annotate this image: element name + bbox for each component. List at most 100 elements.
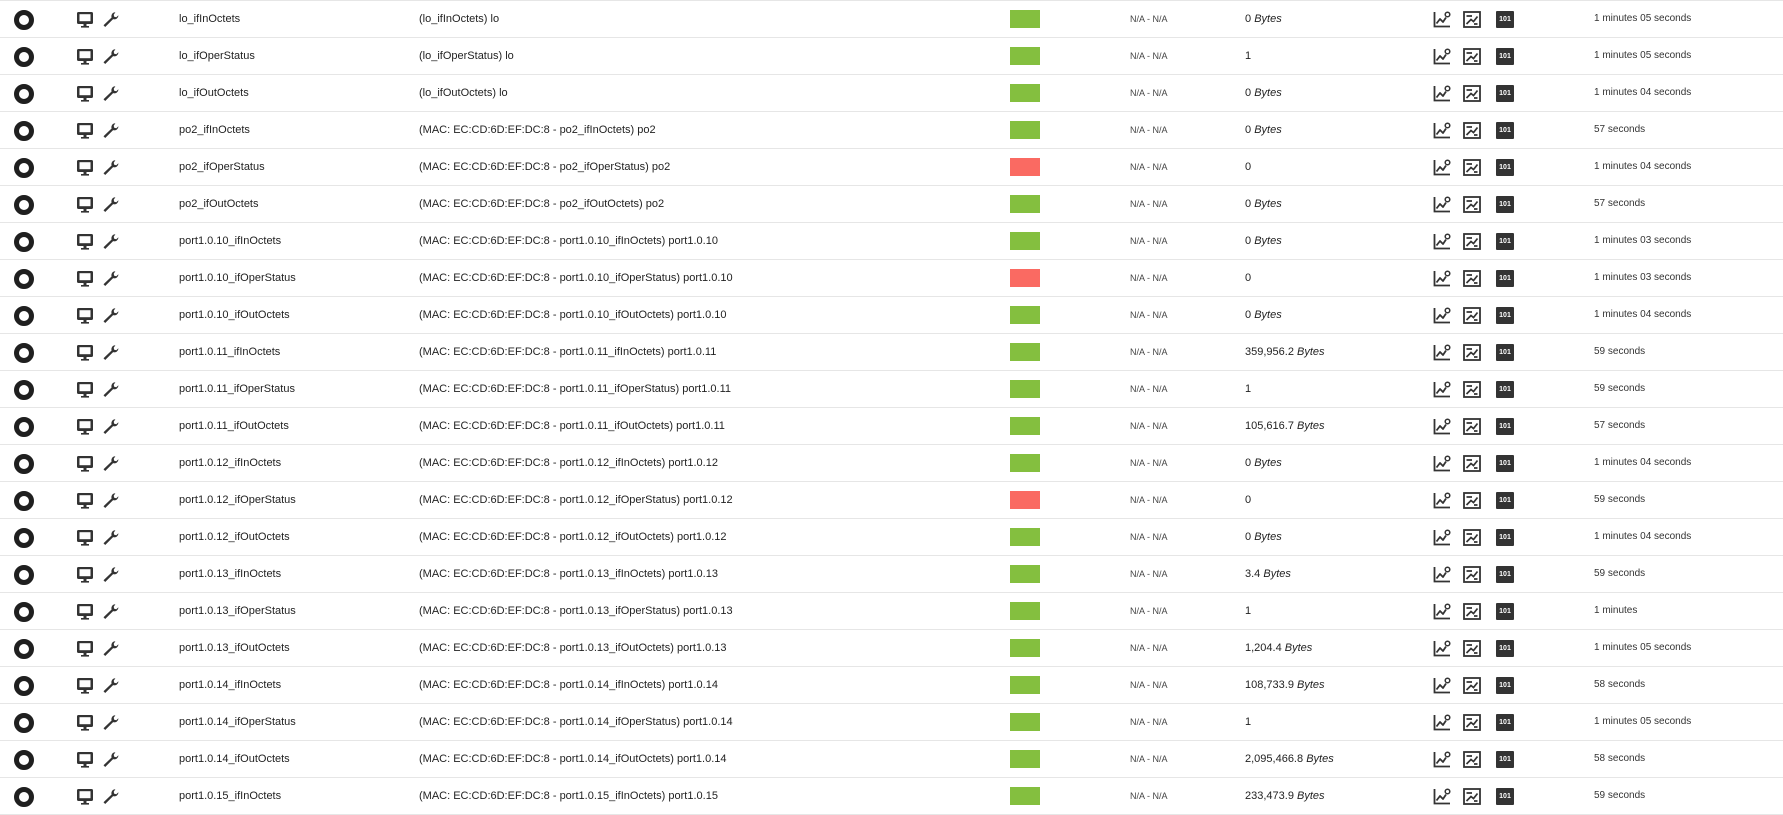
- module-status-toggle[interactable]: [14, 371, 36, 407]
- module-name[interactable]: port1.0.12_ifOutOctets: [179, 519, 290, 555]
- module-name[interactable]: port1.0.11_ifInOctets: [179, 334, 280, 370]
- module-name[interactable]: port1.0.10_ifInOctets: [179, 223, 281, 259]
- module-status-toggle[interactable]: [14, 593, 36, 629]
- module-status-toggle[interactable]: [14, 186, 36, 222]
- view-module-button[interactable]: [76, 593, 94, 629]
- module-name[interactable]: port1.0.14_ifOutOctets: [179, 741, 290, 777]
- module-status-toggle[interactable]: [14, 556, 36, 592]
- module-name[interactable]: port1.0.11_ifOutOctets: [179, 408, 289, 444]
- monitor-icon: [77, 789, 93, 805]
- edit-module-button[interactable]: [102, 112, 120, 148]
- view-module-button[interactable]: [76, 112, 94, 148]
- module-status-toggle[interactable]: [14, 38, 36, 74]
- module-status-toggle[interactable]: [14, 223, 36, 259]
- module-name[interactable]: port1.0.10_ifOutOctets: [179, 297, 290, 333]
- module-name[interactable]: po2_ifInOctets: [179, 112, 250, 148]
- edit-module-button[interactable]: [102, 556, 120, 592]
- module-name[interactable]: lo_ifInOctets: [179, 1, 240, 37]
- view-module-button[interactable]: [76, 482, 94, 518]
- edit-module-button[interactable]: [102, 1, 120, 37]
- view-module-button[interactable]: [76, 186, 94, 222]
- edit-module-button[interactable]: [102, 741, 120, 777]
- edit-module-button[interactable]: [102, 630, 120, 666]
- status-ring-icon: [14, 269, 34, 289]
- module-name[interactable]: po2_ifOperStatus: [179, 149, 265, 185]
- edit-module-button[interactable]: [102, 704, 120, 740]
- module-status-toggle[interactable]: [14, 630, 36, 666]
- module-status-toggle[interactable]: [14, 741, 36, 777]
- edit-module-button[interactable]: [102, 778, 120, 814]
- edit-module-button[interactable]: [102, 593, 120, 629]
- view-module-button[interactable]: [76, 667, 94, 703]
- module-name[interactable]: port1.0.13_ifInOctets: [179, 556, 281, 592]
- view-module-button[interactable]: [76, 75, 94, 111]
- module-status-toggle[interactable]: [14, 112, 36, 148]
- module-name[interactable]: port1.0.13_ifOutOctets: [179, 630, 290, 666]
- edit-module-button[interactable]: [102, 667, 120, 703]
- edit-module-button[interactable]: [102, 334, 120, 370]
- module-name[interactable]: lo_ifOutOctets: [179, 75, 249, 111]
- view-module-button[interactable]: [76, 778, 94, 814]
- module-status-toggle[interactable]: [14, 408, 36, 444]
- module-status-toggle[interactable]: [14, 445, 36, 481]
- line-graph-icon: [1433, 11, 1451, 28]
- edit-module-button[interactable]: [102, 149, 120, 185]
- view-module-button[interactable]: [76, 741, 94, 777]
- module-status-toggle[interactable]: [14, 149, 36, 185]
- module-status-toggle[interactable]: [14, 519, 36, 555]
- view-module-button[interactable]: [76, 704, 94, 740]
- module-status-toggle[interactable]: [14, 297, 36, 333]
- view-module-button[interactable]: [76, 223, 94, 259]
- module-status-toggle[interactable]: [14, 667, 36, 703]
- view-module-button[interactable]: [76, 38, 94, 74]
- view-module-button[interactable]: [76, 260, 94, 296]
- status-ring-icon: [14, 47, 34, 67]
- module-name[interactable]: lo_ifOperStatus: [179, 38, 255, 74]
- module-status-toggle[interactable]: [14, 482, 36, 518]
- warning-critical-range: N/A - N/A: [1130, 754, 1168, 764]
- view-module-button[interactable]: [76, 630, 94, 666]
- edit-module-button[interactable]: [102, 75, 120, 111]
- view-module-button[interactable]: [76, 297, 94, 333]
- edit-module-button[interactable]: [102, 408, 120, 444]
- view-module-button[interactable]: [76, 334, 94, 370]
- wrench-icon: [103, 678, 119, 693]
- module-name[interactable]: port1.0.12_ifOperStatus: [179, 482, 296, 518]
- module-name[interactable]: port1.0.13_ifOperStatus: [179, 593, 296, 629]
- module-name[interactable]: port1.0.14_ifOperStatus: [179, 704, 296, 740]
- edit-module-button[interactable]: [102, 445, 120, 481]
- view-module-button[interactable]: [76, 408, 94, 444]
- wrench-icon: [103, 12, 119, 27]
- view-module-button[interactable]: [76, 371, 94, 407]
- module-status-toggle[interactable]: [14, 260, 36, 296]
- edit-module-button[interactable]: [102, 223, 120, 259]
- table-row: port1.0.11_ifOperStatus (MAC: EC:CD:6D:E…: [0, 371, 1783, 408]
- edit-module-button[interactable]: [102, 519, 120, 555]
- module-name[interactable]: port1.0.12_ifInOctets: [179, 445, 281, 481]
- module-description: (MAC: EC:CD:6D:EF:DC:8 - port1.0.11_ifOp…: [419, 383, 731, 395]
- module-status-toggle[interactable]: [14, 334, 36, 370]
- view-module-button[interactable]: [76, 445, 94, 481]
- histogram-graph-icon: [1463, 381, 1481, 398]
- edit-module-button[interactable]: [102, 482, 120, 518]
- edit-module-button[interactable]: [102, 260, 120, 296]
- module-name[interactable]: port1.0.11_ifOperStatus: [179, 371, 295, 407]
- edit-module-button[interactable]: [102, 371, 120, 407]
- edit-module-button[interactable]: [102, 186, 120, 222]
- module-name[interactable]: port1.0.15_ifInOctets: [179, 778, 281, 814]
- view-module-button[interactable]: [76, 519, 94, 555]
- module-name[interactable]: port1.0.10_ifOperStatus: [179, 260, 296, 296]
- view-module-button[interactable]: [76, 149, 94, 185]
- view-module-button[interactable]: [76, 556, 94, 592]
- module-status-toggle[interactable]: [14, 778, 36, 814]
- status-swatch: [1010, 491, 1040, 509]
- edit-module-button[interactable]: [102, 38, 120, 74]
- module-name[interactable]: po2_ifOutOctets: [179, 186, 259, 222]
- edit-module-button[interactable]: [102, 297, 120, 333]
- view-module-button[interactable]: [76, 1, 94, 37]
- module-name[interactable]: port1.0.14_ifInOctets: [179, 667, 281, 703]
- histogram-graph-icon: [1463, 677, 1481, 694]
- module-status-toggle[interactable]: [14, 75, 36, 111]
- module-status-toggle[interactable]: [14, 1, 36, 37]
- module-status-toggle[interactable]: [14, 704, 36, 740]
